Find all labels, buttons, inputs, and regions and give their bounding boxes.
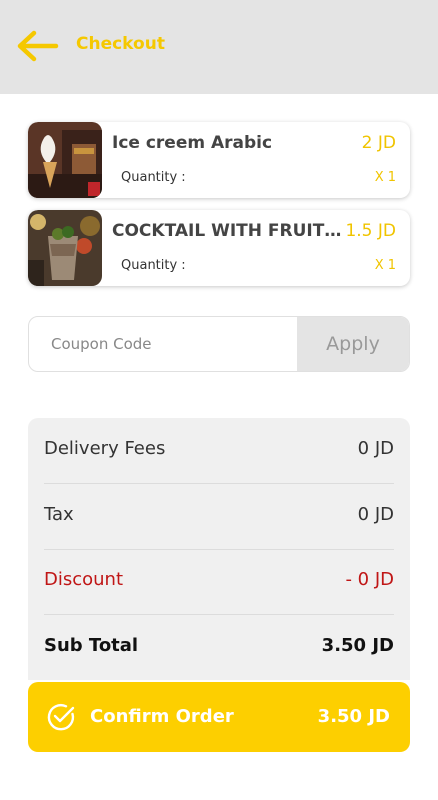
delivery-fees-row: Delivery Fees 0 JD: [44, 418, 394, 484]
coupon-code-input[interactable]: [29, 317, 299, 371]
delivery-fees-value: 0 JD: [357, 438, 394, 459]
discount-row: Discount - 0 JD: [44, 549, 394, 615]
check-circle-icon: [47, 703, 75, 731]
tax-row: Tax 0 JD: [44, 484, 394, 550]
confirm-order-button[interactable]: Confirm Order 3.50 JD: [28, 682, 410, 752]
arrow-left-icon: [17, 30, 59, 62]
confirm-order-label: Confirm Order: [90, 706, 234, 727]
item-image: [28, 122, 102, 198]
discount-label: Discount: [44, 569, 124, 590]
page-title: Checkout: [76, 34, 165, 54]
subtotal-value: 3.50 JD: [321, 635, 394, 656]
order-summary: Delivery Fees 0 JD Tax 0 JD Discount - 0…: [28, 418, 410, 680]
subtotal-row: Sub Total 3.50 JD: [44, 615, 394, 681]
item-image: [28, 210, 102, 286]
tax-value: 0 JD: [357, 504, 394, 525]
quantity-label: Quantity :: [121, 170, 186, 185]
item-price: 1.5 JD: [345, 221, 396, 241]
cart-item[interactable]: COCKTAIL WITH FRUIT… 1.5 JD Quantity : X…: [28, 210, 410, 286]
app-header: Checkout: [0, 0, 438, 94]
coupon-section: Apply: [28, 316, 410, 372]
item-name: COCKTAIL WITH FRUIT…: [112, 221, 342, 241]
discount-value: - 0 JD: [345, 569, 394, 590]
item-name: Ice creem Arabic: [112, 133, 273, 153]
tax-label: Tax: [44, 504, 74, 525]
apply-coupon-button[interactable]: Apply: [297, 317, 409, 371]
cart-item[interactable]: Ice creem Arabic 2 JD Quantity : X 1: [28, 122, 410, 198]
quantity-value: X 1: [374, 170, 396, 185]
delivery-fees-label: Delivery Fees: [44, 438, 166, 459]
item-price: 2 JD: [361, 133, 396, 153]
quantity-label: Quantity :: [121, 258, 186, 273]
subtotal-label: Sub Total: [44, 635, 139, 656]
quantity-value: X 1: [374, 258, 396, 273]
confirm-order-total: 3.50 JD: [317, 706, 390, 727]
back-button[interactable]: [14, 28, 62, 64]
